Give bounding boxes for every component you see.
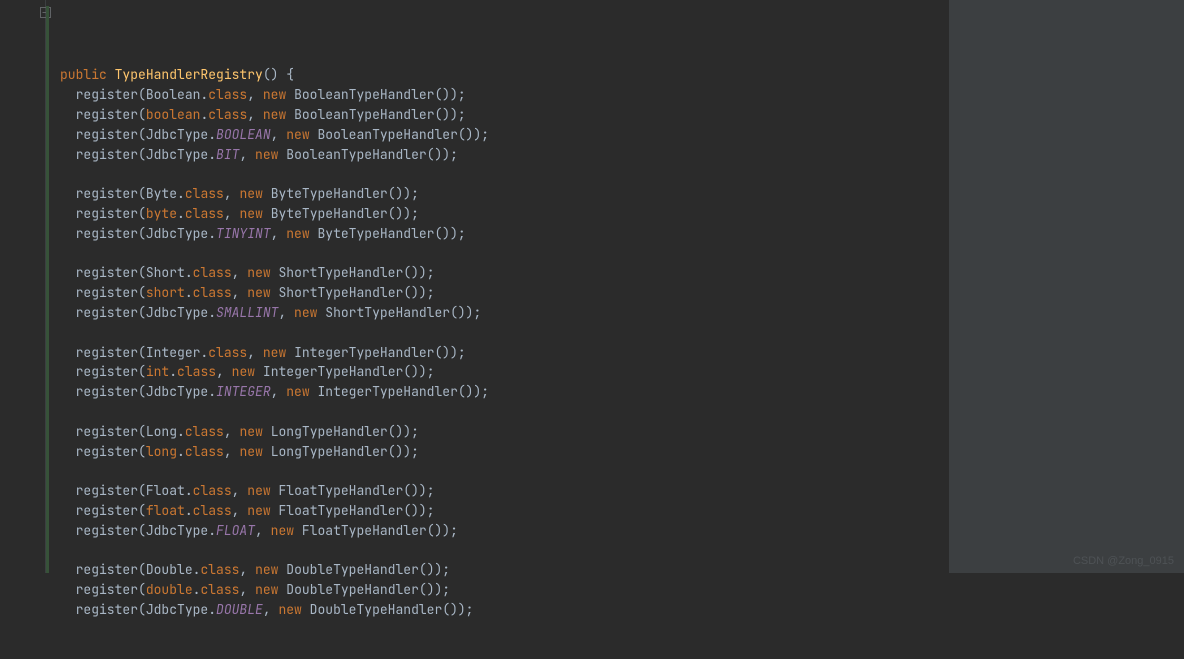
code-line[interactable]: register(Double.class, new DoubleTypeHan… <box>46 560 949 580</box>
code-line[interactable]: register(JdbcType.DOUBLE, new DoubleType… <box>46 600 949 620</box>
code-line[interactable] <box>46 244 949 264</box>
code-line[interactable] <box>46 402 949 422</box>
code-area[interactable]: public TypeHandlerRegistry() { register(… <box>46 0 949 573</box>
code-line[interactable]: register(JdbcType.BIT, new BooleanTypeHa… <box>46 145 949 165</box>
gutter <box>0 0 46 573</box>
code-line[interactable]: register(Byte.class, new ByteTypeHandler… <box>46 184 949 204</box>
vcs-change-bar <box>46 6 49 573</box>
code-line[interactable]: register(JdbcType.TINYINT, new ByteTypeH… <box>46 224 949 244</box>
code-line[interactable] <box>46 323 949 343</box>
code-line[interactable]: register(boolean.class, new BooleanTypeH… <box>46 105 949 125</box>
code-line[interactable]: register(short.class, new ShortTypeHandl… <box>46 283 949 303</box>
code-line[interactable]: register(long.class, new LongTypeHandler… <box>46 442 949 462</box>
code-line[interactable]: register(JdbcType.INTEGER, new IntegerTy… <box>46 382 949 402</box>
code-line[interactable]: register(Long.class, new LongTypeHandler… <box>46 422 949 442</box>
code-line[interactable]: public TypeHandlerRegistry() { <box>46 65 949 85</box>
side-panel <box>950 0 1184 573</box>
code-line[interactable] <box>46 461 949 481</box>
code-line[interactable]: register(Integer.class, new IntegerTypeH… <box>46 343 949 363</box>
code-line[interactable]: register(byte.class, new ByteTypeHandler… <box>46 204 949 224</box>
code-line[interactable]: register(JdbcType.BOOLEAN, new BooleanTy… <box>46 125 949 145</box>
code-line[interactable]: register(Boolean.class, new BooleanTypeH… <box>46 85 949 105</box>
code-line[interactable]: register(Short.class, new ShortTypeHandl… <box>46 263 949 283</box>
code-line[interactable]: register(JdbcType.FLOAT, new FloatTypeHa… <box>46 521 949 541</box>
code-line[interactable]: register(JdbcType.SMALLINT, new ShortTyp… <box>46 303 949 323</box>
code-line[interactable]: register(double.class, new DoubleTypeHan… <box>46 580 949 600</box>
code-line[interactable] <box>46 164 949 184</box>
code-line[interactable] <box>46 541 949 561</box>
code-line[interactable]: register(Float.class, new FloatTypeHandl… <box>46 481 949 501</box>
watermark-text: CSDN @Zong_0915 <box>1073 555 1174 567</box>
code-editor[interactable]: public TypeHandlerRegistry() { register(… <box>0 0 950 573</box>
code-line[interactable]: register(int.class, new IntegerTypeHandl… <box>46 362 949 382</box>
code-line[interactable]: register(float.class, new FloatTypeHandl… <box>46 501 949 521</box>
